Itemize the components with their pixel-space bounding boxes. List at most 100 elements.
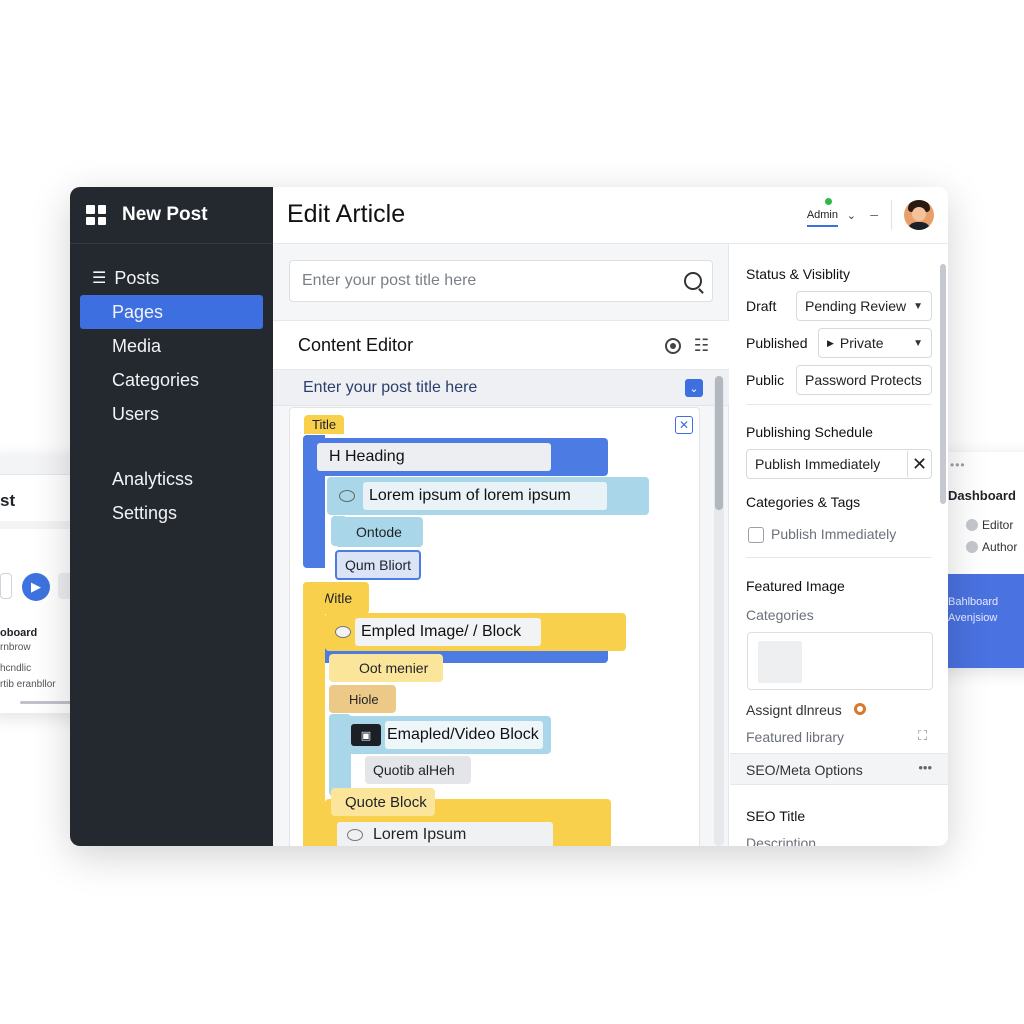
categories-heading: Categories & Tags	[746, 494, 861, 510]
sidebar-item-posts[interactable]: ☰ Posts	[80, 261, 263, 295]
hiole-label: Hiole	[349, 691, 379, 707]
ghost-label: rnbrow	[0, 642, 31, 653]
ghost-row: Author	[966, 540, 1017, 554]
main-window: New Post ☰ Posts Pages Media Categories …	[70, 187, 948, 846]
sidebar-item-categories[interactable]: Categories	[80, 363, 263, 397]
seo-meta-row[interactable]: SEO/Meta Options •••	[730, 753, 948, 785]
close-icon[interactable]: ✕	[907, 451, 931, 477]
play-icon[interactable]: ▶	[22, 573, 50, 601]
page-title: Edit Article	[287, 200, 406, 228]
person-icon	[966, 519, 978, 531]
more-icon[interactable]: •••	[918, 760, 932, 775]
ghost-card-label: Avenjsiow	[948, 612, 998, 624]
sidebar-title: New Post	[122, 204, 208, 225]
ghost-title: st	[0, 491, 16, 510]
hiole-block[interactable]: Hiole	[329, 685, 396, 713]
sidebar-item-label: Analyticss	[112, 468, 194, 489]
status-heading: Status & Visiblity	[746, 266, 851, 282]
ghost-box	[0, 573, 12, 599]
published-select-value: Private	[839, 335, 884, 351]
target-icon[interactable]	[665, 338, 681, 354]
featured-library-label[interactable]: Featured library	[746, 729, 844, 745]
public-select-value: Password Protects	[805, 372, 922, 388]
draft-select[interactable]: Pending Review ▼	[796, 291, 932, 321]
publish-immediately-label: Publish Immediately	[771, 526, 897, 542]
topbar: Edit Article Admin ⌄ –	[273, 187, 948, 244]
ghost-row-label: Author	[982, 540, 1018, 554]
avatar[interactable]	[904, 200, 934, 230]
witle-label: Witle	[321, 590, 353, 606]
oot-block[interactable]: Oot menier	[329, 654, 443, 682]
online-status-icon	[825, 198, 832, 205]
record-icon[interactable]	[854, 703, 866, 715]
admin-menu[interactable]: Admin	[806, 209, 838, 227]
settings-panel: Status & Visiblity Draft Pending Review …	[730, 244, 948, 846]
post-title-input[interactable]: Enter your post title here	[289, 260, 713, 302]
heading-label: H Heading	[317, 443, 551, 471]
schedule-select[interactable]: Publish Immediately ✕	[746, 449, 932, 479]
ghost-label: oboard	[0, 627, 38, 639]
expand-icon[interactable]: ⛶	[918, 728, 927, 744]
sidebar-item-label: Pages	[112, 301, 164, 322]
schedule-heading: Publishing Schedule	[746, 424, 873, 440]
lorem-block-label: Lorem Ipsum	[373, 826, 467, 843]
published-label: Published	[746, 335, 808, 351]
published-select[interactable]: ▶ Private ▼	[818, 328, 932, 358]
panel-scrollbar[interactable]	[940, 264, 946, 504]
lorem-block[interactable]: Lorem Ipsum	[337, 822, 553, 846]
quote-block[interactable]: Quote Block	[331, 788, 435, 816]
ghost-label: hcndlic	[0, 663, 32, 674]
publish-immediately-checkbox[interactable]	[748, 527, 764, 543]
sidebar-item-label: Media	[112, 335, 162, 356]
featured-image-heading: Featured Image	[746, 578, 845, 594]
oot-label: Oot menier	[359, 660, 429, 676]
video-icon: ▣	[351, 724, 381, 746]
sliders-icon[interactable]: ☷	[694, 336, 709, 356]
content-editor-title: Content Editor	[298, 335, 414, 355]
quotib-block[interactable]: Quotib alHeh	[365, 756, 471, 784]
sidebar-item-settings[interactable]: Settings	[80, 496, 263, 530]
ontode-block[interactable]: Ontode	[335, 517, 423, 547]
featured-image-dropzone[interactable]	[747, 632, 933, 690]
sidebar-item-label: Posts	[114, 267, 160, 288]
post-title-placeholder: Enter your post title here	[302, 272, 477, 289]
categories-label: Categories	[746, 607, 814, 623]
block-tab-title[interactable]: Title	[304, 415, 345, 434]
editor-area: Enter your post title here Content Edito…	[273, 244, 729, 846]
scrollbar-thumb[interactable]	[715, 376, 723, 510]
paragraph-icon	[339, 490, 355, 502]
schedule-select-value: Publish Immediately	[755, 456, 881, 472]
image-block-icon	[335, 626, 351, 638]
chevron-down-icon[interactable]: ⌄	[847, 209, 856, 222]
minimize-icon[interactable]: –	[870, 206, 878, 222]
close-icon[interactable]: ✕	[675, 416, 693, 434]
assign-label: Assignt dlnreus	[746, 702, 842, 718]
person-icon	[966, 541, 978, 553]
public-select[interactable]: Password Protects	[796, 365, 932, 395]
sidebar-item-media[interactable]: Media	[80, 329, 263, 363]
search-icon[interactable]	[684, 272, 702, 290]
content-editor-header: Content Editor ☷	[273, 320, 729, 370]
block-group-bar-yellow	[303, 582, 325, 846]
image-block[interactable]: Empled Image/ / Block	[325, 613, 626, 651]
ghost-label: rtib eranbllor	[0, 679, 56, 690]
seo-options-label: SEO/Meta Options	[746, 762, 863, 778]
collapse-icon[interactable]: ⌄	[685, 379, 703, 397]
video-block[interactable]: ▣ Emapled/Video Block	[345, 716, 551, 754]
image-block-label: Empled Image/ / Block	[355, 618, 541, 646]
sidebar-item-analytics[interactable]: Analyticss	[80, 462, 263, 496]
subtitle-text[interactable]: Enter your post title here	[303, 379, 477, 397]
sidebar-nav: ☰ Posts Pages Media Categories Users Ana…	[70, 261, 273, 530]
heading-block[interactable]: H Heading	[303, 438, 608, 476]
editor-scrollbar[interactable]	[714, 376, 724, 846]
sidebar-item-pages[interactable]: Pages	[80, 295, 263, 329]
quotib-label: Quotib alHeh	[373, 762, 455, 778]
content-editor-subheader: Enter your post title here ⌄	[273, 370, 729, 406]
ghost-row: Editor	[966, 518, 1013, 532]
sidebar-item-users[interactable]: Users	[80, 397, 263, 431]
qum-block[interactable]: Qum Bliort	[335, 550, 421, 580]
paragraph-block[interactable]: Lorem ipsum of lorem ipsum	[327, 477, 649, 515]
sidebar-item-label: Users	[112, 403, 160, 424]
divider	[746, 404, 932, 405]
